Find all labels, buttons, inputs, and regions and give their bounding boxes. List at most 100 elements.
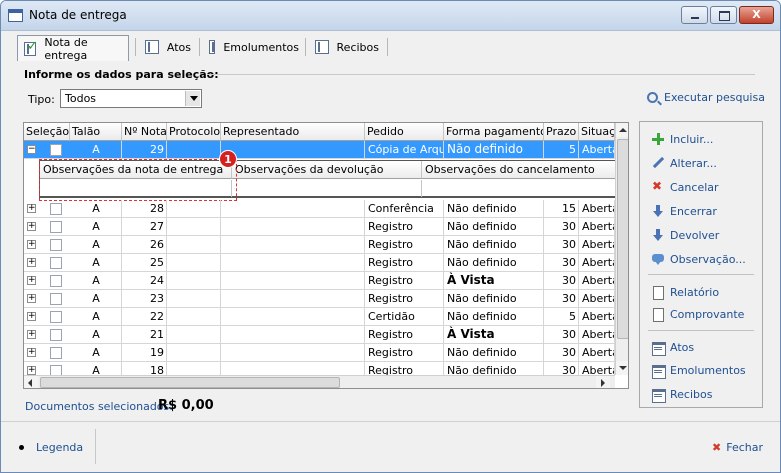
scroll-down-icon[interactable] [616, 361, 628, 375]
tab-nota-de-entrega[interactable]: Nota de entrega [17, 35, 129, 62]
column-header-nota[interactable]: Nº Nota [122, 123, 167, 141]
expand-icon[interactable]: + [27, 294, 36, 303]
cell-nota: 24 [122, 272, 167, 290]
tipo-select[interactable]: Todos [60, 89, 202, 108]
scroll-right-icon[interactable] [596, 376, 610, 388]
collapse-icon[interactable]: − [27, 145, 36, 154]
column-header-selecao[interactable]: Seleção [24, 123, 70, 141]
expand-icon[interactable]: + [27, 348, 36, 357]
recibos-button[interactable]: Recibos [652, 385, 712, 403]
expand-icon[interactable]: + [27, 240, 36, 249]
horizontal-scroll-thumb[interactable] [40, 377, 340, 388]
legenda-link[interactable]: Legenda [19, 441, 83, 454]
emolumentos-button[interactable]: Emolumentos [652, 361, 746, 379]
row-checkbox[interactable] [50, 221, 62, 233]
column-header-talao[interactable]: Talão [70, 123, 122, 141]
tab-recibos[interactable]: Recibos [309, 34, 385, 60]
cell-talao: A [70, 344, 122, 362]
table-row[interactable]: + A25 RegistroNão definido30Aberta [24, 254, 615, 272]
window-app-icon [8, 9, 23, 22]
column-header-situacao[interactable]: Situação [579, 123, 615, 141]
expand-icon[interactable]: + [27, 204, 36, 213]
cell-forma: Não definido [444, 344, 544, 362]
cell-forma: Não definido [444, 141, 544, 159]
observacao-button[interactable]: Observação... [652, 250, 746, 268]
cell-prazo: 30 [544, 272, 579, 290]
cell-nota: 23 [122, 290, 167, 308]
column-header-pedido[interactable]: Pedido [365, 123, 444, 141]
fechar-label: Fechar [726, 441, 763, 454]
row-checkbox[interactable] [50, 293, 62, 305]
row-checkbox[interactable] [50, 144, 62, 156]
table-row[interactable]: + A23 RegistroNão definido30Aberta [24, 290, 615, 308]
subgrid-header-obs-devolucao[interactable]: Observações da devolução [232, 161, 422, 179]
subgrid-header-obs-cancelamento[interactable]: Observações do cancelamento [422, 161, 628, 179]
row-checkbox[interactable] [50, 311, 62, 323]
column-header-forma-pagamento[interactable]: Forma pagamento [444, 123, 544, 141]
alterar-button[interactable]: Alterar... [652, 154, 717, 172]
table-row[interactable]: + A26 RegistroNão definido30Aberta [24, 236, 615, 254]
fechar-button[interactable]: ✖ Fechar [712, 441, 763, 454]
vertical-scroll-thumb[interactable] [617, 139, 628, 339]
column-header-prazo[interactable]: Prazo [544, 123, 579, 141]
close-icon: X [752, 8, 761, 21]
executar-pesquisa-link[interactable]: Executar pesquisa [647, 91, 765, 104]
comprovante-button[interactable]: Comprovante [652, 305, 744, 323]
expand-icon[interactable]: + [27, 366, 36, 375]
cell-nota: 27 [122, 218, 167, 236]
cell-nota: 19 [122, 344, 167, 362]
scroll-up-icon[interactable] [616, 123, 628, 137]
table-row[interactable]: + A21 RegistroÀ Vista30Aberta [24, 326, 615, 344]
table-row-selected[interactable]: − A 29 Cópia de Arquivo Não definido 5 A… [24, 141, 615, 159]
close-button[interactable]: X [739, 6, 774, 24]
row-checkbox[interactable] [50, 329, 62, 341]
row-checkbox[interactable] [50, 203, 62, 215]
cell-nota: 21 [122, 326, 167, 344]
chevron-down-icon[interactable] [185, 91, 200, 106]
documentos-selecionados-label: Documentos selecionados: [25, 400, 173, 413]
book-icon [209, 40, 216, 54]
minimize-button[interactable] [681, 6, 708, 24]
expand-icon[interactable]: + [27, 312, 36, 321]
column-header-representado[interactable]: Representado [221, 123, 365, 141]
row-checkbox[interactable] [50, 257, 62, 269]
expand-icon[interactable]: + [27, 330, 36, 339]
expand-icon[interactable]: + [27, 258, 36, 267]
action-label: Cancelar [670, 180, 719, 194]
scroll-left-icon[interactable] [24, 376, 38, 388]
subgrid-cell[interactable] [232, 180, 422, 197]
column-header-protocolo[interactable]: Protocolo [167, 123, 221, 141]
relatorio-button[interactable]: Relatório [652, 283, 719, 301]
maximize-button[interactable] [710, 6, 737, 24]
table-row[interactable]: + A24 RegistroÀ Vista30Aberta [24, 272, 615, 290]
cell-situacao: Aberta [579, 218, 615, 236]
devolver-button[interactable]: Devolver [652, 226, 719, 244]
footer-divider [1, 421, 780, 422]
table-row[interactable]: + A19 RegistroNão definido30Aberta [24, 344, 615, 362]
cell-talao: A [70, 254, 122, 272]
table-row[interactable]: + A22 CertidãoNão definido5Aberta [24, 308, 615, 326]
expand-icon[interactable]: + [27, 222, 36, 231]
expand-icon[interactable]: + [27, 276, 36, 285]
table-row[interactable]: + A28 ConferênciaNão definido15Aberta [24, 200, 615, 218]
horizontal-scrollbar[interactable] [24, 375, 615, 388]
encerrar-button[interactable]: Encerrar [652, 202, 717, 220]
callout-highlight [39, 159, 237, 201]
cancelar-button[interactable]: Cancelar [652, 178, 719, 196]
atos-button[interactable]: Atos [652, 338, 694, 356]
incluir-button[interactable]: Incluir... [652, 130, 713, 148]
row-checkbox[interactable] [50, 347, 62, 359]
tab-emolumentos[interactable]: Emolumentos [203, 34, 305, 60]
action-label: Atos [670, 340, 695, 354]
cell-empty [167, 272, 221, 290]
tab-atos[interactable]: Atos [139, 34, 197, 60]
tipo-selected-value: Todos [65, 92, 97, 105]
action-label: Devolver [670, 228, 720, 242]
subgrid-cell[interactable] [422, 180, 628, 197]
table-row[interactable]: + A27 RegistroNão definido30Aberta [24, 218, 615, 236]
vertical-scrollbar[interactable] [615, 123, 628, 375]
row-checkbox[interactable] [50, 275, 62, 287]
legenda-label: Legenda [36, 441, 84, 454]
row-checkbox[interactable] [50, 239, 62, 251]
main-window: Nota de entrega X Nota de entrega Atos E… [0, 0, 781, 473]
